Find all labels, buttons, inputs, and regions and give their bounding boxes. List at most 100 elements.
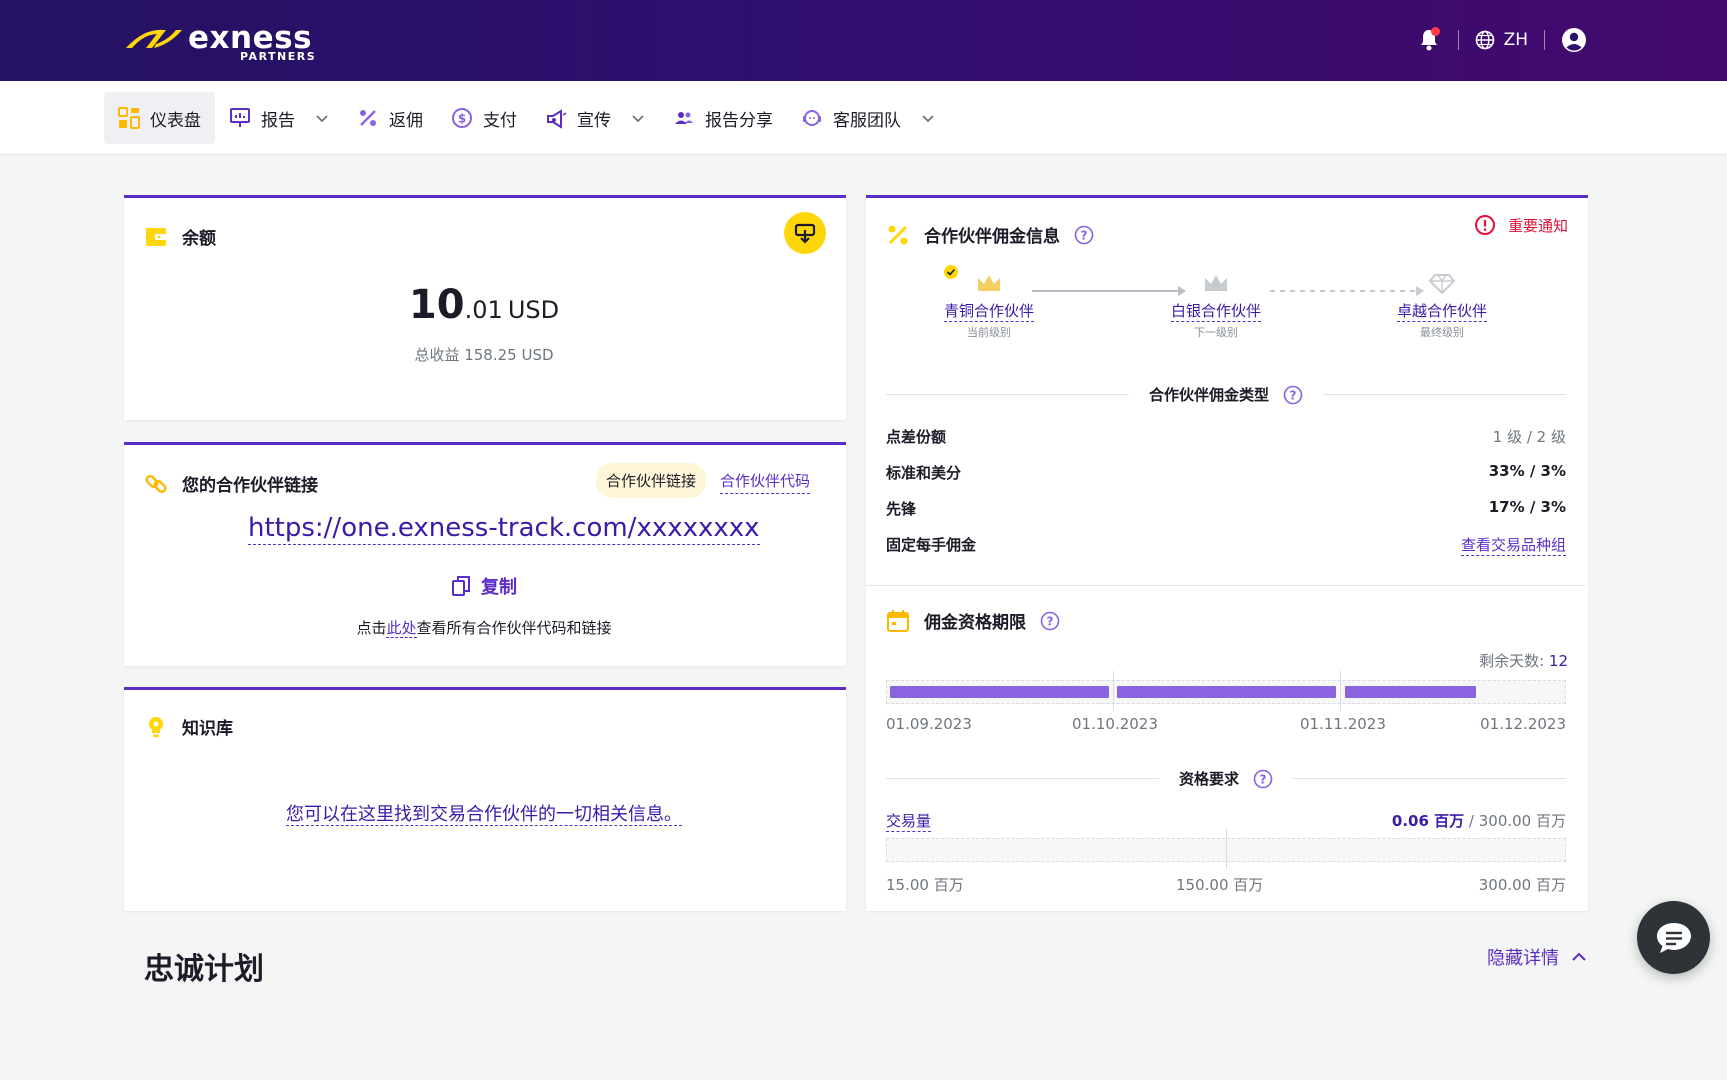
volume-tick-label: 300.00 百万 [1478, 876, 1566, 894]
alert-icon [1474, 215, 1495, 235]
main-navigation: 仪表盘 报告 返佣 $ 支付 宣传 报告分享 客服团队 [0, 81, 1727, 155]
hint-here-link[interactable]: 此处 [386, 619, 417, 638]
nav-item-reports[interactable]: 报告 [215, 92, 343, 144]
tier-name[interactable]: 青铜合作伙伴 [943, 300, 1034, 322]
volume-target: 300.00 百万 [1478, 812, 1566, 830]
trading-volume-label[interactable]: 交易量 [886, 810, 932, 832]
tab-partner-code[interactable]: 合作伙伴代码 [720, 468, 811, 494]
tab-partner-link[interactable]: 合作伙伴链接 [596, 463, 707, 498]
volume-tick-label: 15.00 百万 [886, 876, 964, 894]
period-date: 01.11.2023 [1300, 715, 1386, 733]
megaphone-icon [545, 107, 567, 129]
commission-type-title: 合作伙伴佣金类型 [1149, 386, 1270, 404]
live-chat-button[interactable] [1637, 901, 1710, 974]
copy-icon [452, 576, 470, 596]
diamond-icon [1377, 268, 1507, 294]
tier-name[interactable]: 白银合作伙伴 [1170, 300, 1261, 322]
nav-label: 客服团队 [833, 110, 901, 131]
qualification-period-bar [886, 671, 1566, 711]
tier-status: 最终级别 [1420, 326, 1464, 339]
copy-button[interactable]: 复制 [124, 573, 844, 599]
withdraw-button[interactable] [784, 212, 826, 254]
balance-currency: USD [507, 296, 560, 324]
tier-status: 下一级别 [1194, 326, 1238, 339]
period-date: 01.09.2023 [886, 715, 972, 733]
nav-label: 仪表盘 [150, 110, 201, 131]
hint-prefix: 点击 [356, 619, 387, 637]
row-label: 固定每手佣金 [886, 536, 977, 554]
nav-label: 宣传 [577, 110, 611, 131]
divider [1544, 30, 1545, 50]
svg-text:?: ? [1260, 772, 1267, 786]
help-icon[interactable]: ? [1040, 611, 1060, 631]
chevron-up-icon [1572, 952, 1586, 961]
balance-title-text: 余额 [182, 229, 216, 249]
tier-excellence: 卓越合作伙伴 最终级别 [1377, 268, 1507, 340]
copy-label: 复制 [481, 577, 517, 598]
chat-icon [1656, 922, 1691, 953]
row-label: 点差份额 [886, 428, 947, 446]
chevron-down-icon [316, 115, 328, 123]
svg-text:?: ? [1081, 228, 1088, 242]
commission-title: 合作伙伴佣金信息 ? [886, 222, 1094, 247]
percent-icon [888, 225, 908, 244]
tier-status: 当前级别 [967, 326, 1011, 339]
help-icon[interactable]: ? [1253, 769, 1273, 789]
user-menu-button[interactable] [1561, 27, 1587, 53]
nav-item-support-team[interactable]: 客服团队 [787, 92, 949, 144]
total-earnings: 总收益 158.25 USD [414, 346, 554, 364]
divider [1457, 30, 1459, 50]
period-segment [1117, 686, 1336, 698]
exness-logo-icon [126, 29, 182, 48]
view-instrument-groups-link[interactable]: 查看交易品种组 [1460, 534, 1566, 556]
important-notice[interactable]: 重要通知 [1474, 214, 1568, 236]
lightbulb-icon [149, 716, 163, 737]
withdraw-icon [794, 223, 816, 244]
balance-decimal: .01 [464, 296, 503, 324]
partner-link-url[interactable]: https://one.exness-track.com/xxxxxxxx [248, 513, 760, 545]
globe-icon [1475, 30, 1494, 50]
period-tick [1113, 671, 1114, 711]
language-selector[interactable]: ZH [1475, 30, 1528, 50]
knowledge-base-link[interactable]: 您可以在这里找到交易合作伙伴的一切相关信息。 [124, 800, 844, 826]
link-icon [145, 474, 167, 493]
loyalty-program-title: 忠诚计划 [144, 952, 264, 987]
days-remaining-value: 12 [1548, 652, 1568, 670]
support-icon [801, 107, 823, 129]
divider [866, 585, 1586, 586]
row-label: 先锋 [886, 500, 917, 518]
nav-item-report-share[interactable]: 报告分享 [659, 92, 787, 144]
calendar-icon [887, 609, 909, 632]
tier-name[interactable]: 卓越合作伙伴 [1396, 300, 1487, 322]
hide-details-button[interactable]: 隐藏详情 [1487, 944, 1587, 970]
nav-item-promo[interactable]: 宣传 [531, 92, 659, 144]
people-icon [673, 107, 695, 129]
knowledge-base-title-text: 知识库 [182, 719, 233, 739]
row-value: 1 级 / 2 级 [1492, 428, 1566, 446]
notification-dot [1430, 27, 1440, 36]
row-value: 33% / 3% [1488, 462, 1566, 480]
commission-row-spread: 点差份额 1 级 / 2 级 [886, 426, 1566, 447]
nav-label: 报告 [261, 110, 295, 131]
nav-label: 返佣 [389, 110, 423, 131]
volume-separator: / [1464, 812, 1479, 830]
user-icon [1562, 28, 1586, 52]
wallet-icon [146, 227, 166, 246]
tier-silver: 白银合作伙伴 下一级别 [1151, 268, 1281, 340]
days-remaining-label: 剩余天数: [1479, 652, 1545, 670]
exness-partners-logo[interactable]: exness PARTNERS [124, 20, 324, 64]
partner-link-title: 您的合作伙伴链接 [144, 471, 318, 496]
current-level-check-icon [944, 265, 958, 279]
help-icon[interactable]: ? [1074, 225, 1094, 245]
nav-item-payments[interactable]: $ 支付 [437, 92, 531, 144]
volume-current: 0.06 百万 [1391, 812, 1465, 830]
notifications-button[interactable] [1416, 25, 1442, 55]
commission-info-card: 合作伙伴佣金信息 ? 重要通知 青铜合作伙伴 当前级别 白银合作伙伴 下一级别 [866, 195, 1588, 911]
qualification-period-title-text: 佣金资格期限 [924, 613, 1026, 633]
nav-item-rebates[interactable]: 返佣 [343, 92, 437, 144]
nav-item-dashboard[interactable]: 仪表盘 [104, 92, 215, 144]
trading-volume-value: 0.06 百万 / 300.00 百万 [1392, 810, 1566, 832]
balance-card: 余额 10.01 USD 总收益 158.25 USD [124, 195, 846, 420]
report-icon [229, 107, 251, 129]
help-icon[interactable]: ? [1283, 385, 1303, 405]
